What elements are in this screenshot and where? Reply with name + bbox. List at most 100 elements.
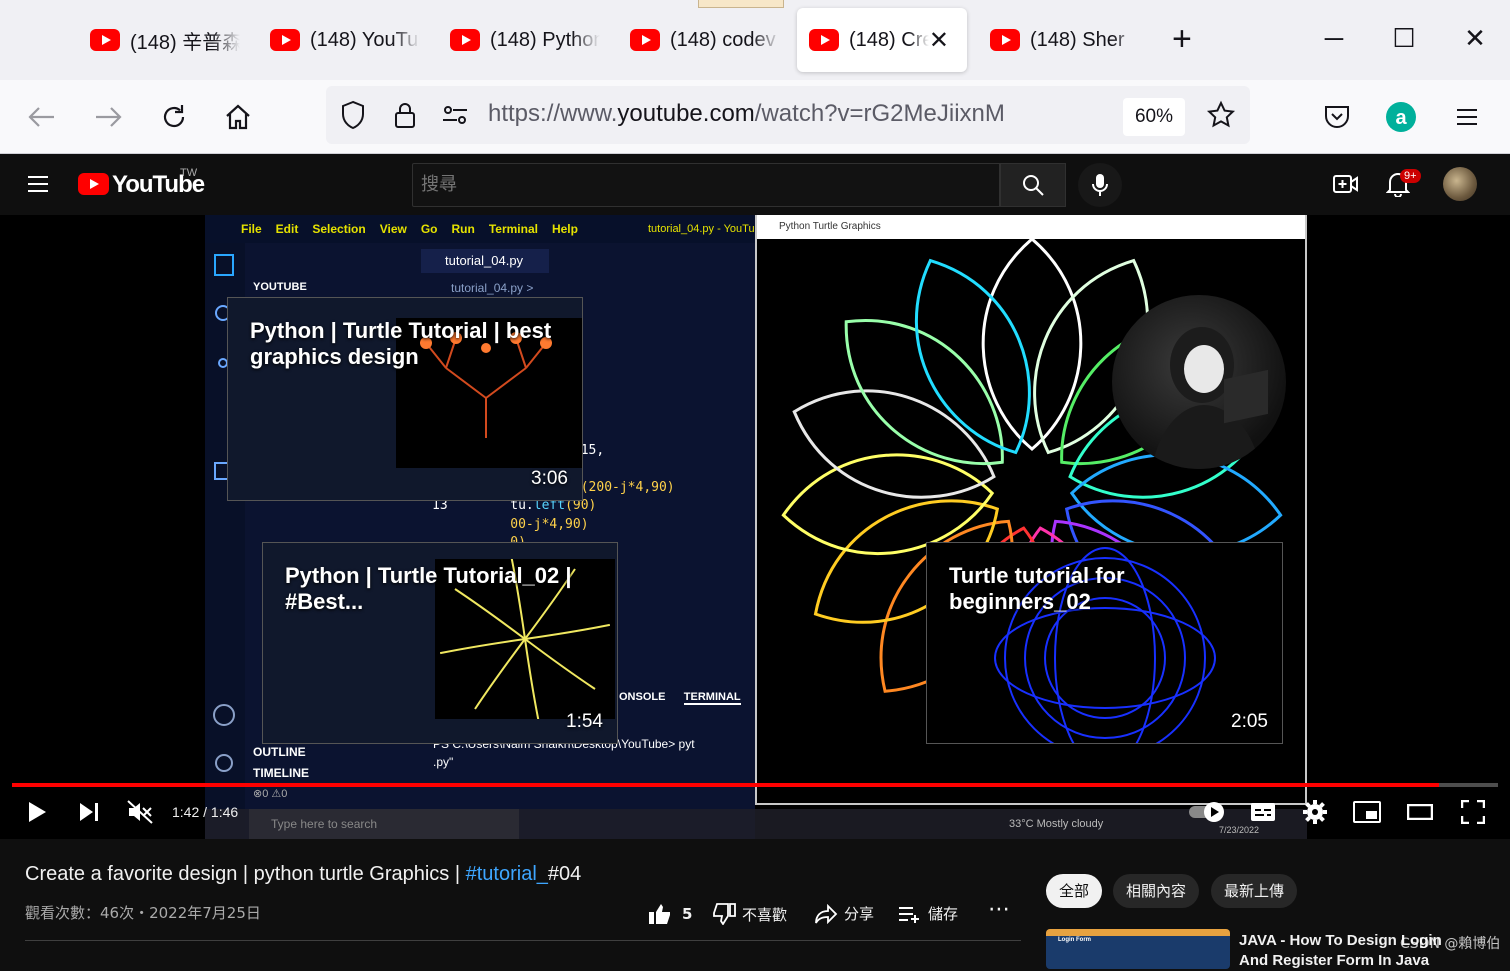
- share-button[interactable]: 分享: [814, 903, 874, 924]
- browser-tab[interactable]: (148) YouTube: [258, 8, 428, 72]
- captions-icon: [1251, 803, 1275, 821]
- play-button[interactable]: [24, 799, 50, 825]
- close-window-button[interactable]: ✕: [1455, 18, 1495, 58]
- home-icon: [226, 104, 250, 130]
- video-frame-taskbar: Type here to search 33°C Mostly cloudy 7…: [205, 809, 1307, 839]
- reload-button[interactable]: [157, 100, 191, 134]
- address-bar[interactable]: https://www.youtube.com/watch?v=rG2MeJii…: [326, 86, 1250, 144]
- subtitles-button[interactable]: [1250, 799, 1276, 825]
- browser-tab-label: (148) Sher: [1030, 28, 1125, 51]
- browser-navbar: https://www.youtube.com/watch?v=rG2MeJii…: [0, 80, 1510, 154]
- autoplay-toggle[interactable]: [1188, 799, 1228, 825]
- browser-tab[interactable]: (148) Python: [438, 8, 608, 72]
- vscode-menu-item: Edit: [275, 222, 299, 236]
- taskbar-weather: 33°C Mostly cloudy: [1009, 818, 1104, 830]
- gear-icon: [1303, 800, 1327, 824]
- save-button[interactable]: 儲存: [898, 903, 958, 924]
- back-button[interactable]: [25, 100, 59, 134]
- next-icon: [80, 803, 98, 821]
- thumb-star-arm: [524, 638, 541, 725]
- voice-search-button[interactable]: [1078, 163, 1122, 207]
- vscode-menu-item: Run: [451, 222, 475, 236]
- youtube-favicon-icon: [450, 29, 480, 51]
- close-tab-icon[interactable]: ✕: [929, 26, 949, 55]
- microphone-icon: [1092, 174, 1108, 196]
- tracking-protection-icon[interactable]: [336, 98, 370, 132]
- lock-icon[interactable]: [388, 98, 422, 132]
- play-icon: [29, 802, 46, 822]
- thumbs-up-icon: [649, 904, 670, 924]
- chip-recent[interactable]: 最新上傳: [1211, 874, 1298, 908]
- browser-tab[interactable]: (148) 辛普森: [78, 8, 248, 72]
- app-menu-icon[interactable]: [1450, 100, 1484, 134]
- video-player[interactable]: File Edit Selection View Go Run Terminal…: [0, 215, 1510, 839]
- vscode-menu-item: Selection: [312, 222, 366, 236]
- permissions-icon[interactable]: [438, 98, 472, 132]
- recommended-thumbnail[interactable]: Login Form: [1046, 929, 1230, 969]
- end-screen-title: Python | Turtle Tutorial | best graphics…: [250, 318, 552, 369]
- region-code: TW: [180, 167, 198, 179]
- channel-avatar-overlay: [1112, 295, 1286, 469]
- miniplayer-button[interactable]: [1352, 799, 1382, 825]
- fullscreen-icon: [1461, 800, 1485, 824]
- mute-button[interactable]: [126, 799, 154, 825]
- fullscreen-button[interactable]: [1458, 799, 1488, 825]
- chip-all[interactable]: 全部: [1046, 874, 1103, 908]
- share-label: 分享: [844, 905, 875, 923]
- zoom-level-button[interactable]: 60%: [1123, 98, 1185, 136]
- dislike-button[interactable]: 不喜歡: [712, 903, 787, 925]
- search-box[interactable]: [412, 163, 1000, 207]
- vscode-menu-item: View: [379, 222, 407, 236]
- search-button[interactable]: [1000, 163, 1066, 207]
- save-label: 儲存: [928, 905, 959, 923]
- like-button[interactable]: 5: [648, 903, 692, 925]
- tab-strip-notch: [698, 0, 784, 8]
- thumb-star-arm: [474, 638, 526, 710]
- youtube-favicon-icon: [809, 29, 839, 51]
- progress-bar[interactable]: [12, 783, 1498, 787]
- end-screen-video-3[interactable]: Turtle tutorial for beginners_02 2:05: [926, 542, 1283, 744]
- browser-tab[interactable]: (148) codev: [618, 8, 788, 72]
- next-button[interactable]: [76, 799, 102, 825]
- guide-menu-icon[interactable]: [28, 176, 48, 197]
- account-avatar[interactable]: [1443, 167, 1477, 201]
- bookmark-star-icon[interactable]: [1204, 98, 1238, 132]
- browser-tab[interactable]: (148) Sher: [978, 8, 1148, 72]
- browser-tab-label: (148) 辛普森: [130, 31, 240, 54]
- vscode-timeline-label: TIMELINE: [253, 766, 309, 780]
- forward-button[interactable]: [91, 100, 125, 134]
- end-screen-video-2[interactable]: Python | Turtle Tutorial_02 | #Best... 1…: [262, 542, 618, 744]
- settings-button[interactable]: [1302, 799, 1328, 825]
- hashtag-link[interactable]: #tutorial_: [466, 863, 548, 885]
- taskbar-search: Type here to search: [249, 809, 519, 839]
- autoplay-toggle-icon: [1189, 802, 1224, 822]
- home-button[interactable]: [221, 100, 255, 134]
- theater-mode-button[interactable]: [1405, 799, 1435, 825]
- youtube-favicon-icon: [990, 29, 1020, 51]
- end-screen-duration: 2:05: [1231, 711, 1268, 732]
- pocket-icon[interactable]: [1320, 100, 1354, 134]
- like-count: 5: [682, 905, 693, 923]
- more-actions-icon[interactable]: ⋯: [988, 897, 1010, 922]
- vscode-menu-item: Terminal: [488, 222, 538, 236]
- minimize-window-button[interactable]: ─: [1314, 18, 1354, 58]
- browser-tab-active[interactable]: (148) Cre ✕: [797, 8, 967, 72]
- search-icon: [1023, 175, 1044, 196]
- end-screen-video-1[interactable]: Python | Turtle Tutorial | best graphics…: [227, 297, 583, 501]
- chip-related[interactable]: 相關內容: [1113, 874, 1200, 908]
- new-tab-button[interactable]: +: [1172, 22, 1192, 56]
- svg-text:a: a: [1395, 107, 1407, 129]
- youtube-logo-icon[interactable]: [78, 173, 109, 195]
- time-display: 1:42 / 1:46: [172, 804, 239, 820]
- video-title: Create a favorite design | python turtle…: [25, 863, 582, 885]
- maximize-window-button[interactable]: ☐: [1384, 18, 1424, 58]
- watch-metadata: Create a favorite design | python turtle…: [0, 839, 1510, 969]
- turtle-window-title: Python Turtle Graphics: [757, 215, 1305, 239]
- extension-a-icon[interactable]: a: [1384, 100, 1418, 134]
- search-input[interactable]: [421, 174, 981, 195]
- reload-icon: [163, 105, 185, 128]
- vscode-explorer-header: YOUTUBE: [253, 281, 307, 293]
- thumb-star-arm: [439, 638, 526, 655]
- url-text[interactable]: https://www.youtube.com/watch?v=rG2MeJii…: [488, 100, 1005, 128]
- create-video-icon[interactable]: [1332, 170, 1360, 198]
